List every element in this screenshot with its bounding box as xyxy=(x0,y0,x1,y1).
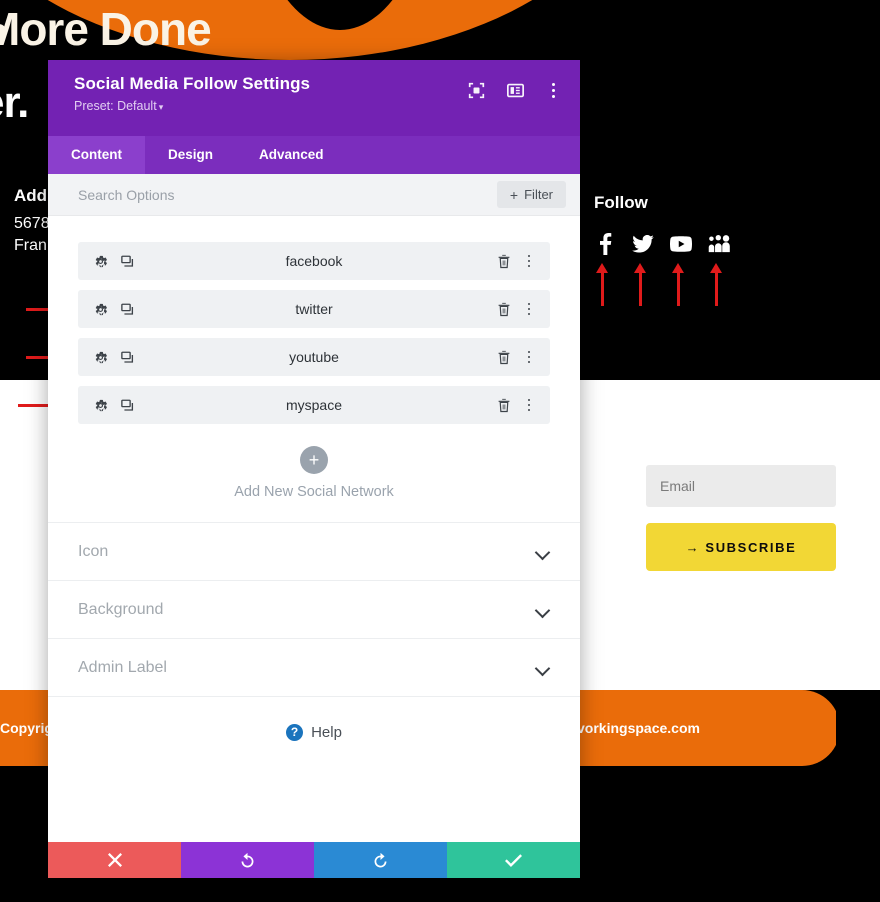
trash-icon[interactable] xyxy=(496,397,512,413)
undo-icon xyxy=(239,852,256,869)
social-network-list: facebook twitter youtube myspace xyxy=(48,216,580,424)
row-left-icons xyxy=(92,301,135,317)
add-network-label: Add New Social Network xyxy=(234,484,394,500)
duplicate-icon[interactable] xyxy=(119,253,135,269)
annotation-arrow-icon-2 xyxy=(634,263,646,306)
help-link[interactable]: ? Help xyxy=(286,723,342,741)
question-mark-icon: ? xyxy=(286,723,304,741)
row-right-icons xyxy=(496,349,536,365)
redo-button[interactable] xyxy=(314,842,447,878)
follow-block: Follow xyxy=(594,193,730,255)
undo-button[interactable] xyxy=(181,842,314,878)
footer-right-black-block xyxy=(836,690,880,766)
row-right-icons xyxy=(496,301,536,317)
chevron-down-icon xyxy=(536,663,550,672)
chevron-down-icon xyxy=(536,605,550,614)
network-name: myspace xyxy=(285,397,343,413)
facebook-icon[interactable] xyxy=(594,233,616,255)
row-left-icons xyxy=(92,253,135,269)
preset-label: Preset: Default xyxy=(74,99,157,113)
table-row[interactable]: youtube xyxy=(78,338,550,376)
close-icon xyxy=(107,853,122,867)
annotation-arrow-icon-4 xyxy=(710,263,722,306)
redo-icon xyxy=(372,852,389,869)
gear-icon[interactable] xyxy=(92,253,108,269)
duplicate-icon[interactable] xyxy=(119,349,135,365)
add-new-social-network-button[interactable]: + Add New Social Network xyxy=(48,434,580,522)
subscribe-button[interactable]: → SUBSCRIBE xyxy=(646,523,836,571)
page-white-left-area xyxy=(0,380,50,690)
row-left-icons xyxy=(92,349,135,365)
focus-icon[interactable] xyxy=(466,80,486,100)
layout-panel-icon[interactable] xyxy=(505,80,525,100)
trash-icon[interactable] xyxy=(496,349,512,365)
modal-tab-bar: Content Design Advanced xyxy=(48,136,580,174)
kebab-menu-icon[interactable] xyxy=(544,80,562,100)
network-name: facebook xyxy=(285,253,343,269)
row-right-icons xyxy=(496,397,536,413)
hero-heading: More Done xyxy=(0,3,212,55)
hero-subheading: er. xyxy=(0,78,29,127)
preset-selector[interactable]: Preset: Default ▾ xyxy=(74,99,558,113)
myspace-icon[interactable] xyxy=(708,233,730,255)
youtube-icon[interactable] xyxy=(670,233,692,255)
gear-icon[interactable] xyxy=(92,301,108,317)
accordion-label: Admin Label xyxy=(78,658,167,676)
save-button[interactable] xyxy=(447,842,580,878)
modal-header-icon-group xyxy=(466,80,562,100)
accordion-label: Background xyxy=(78,600,164,618)
row-kebab-menu-icon[interactable] xyxy=(522,301,536,317)
follow-title: Follow xyxy=(594,193,648,212)
search-bar: + Filter xyxy=(48,174,580,216)
search-input[interactable] xyxy=(78,186,378,203)
cancel-button[interactable] xyxy=(48,842,181,878)
filter-button-label: Filter xyxy=(524,187,553,202)
footer-website-text: vorkingspace.com xyxy=(577,720,700,736)
row-right-icons xyxy=(496,253,536,269)
modal-body: facebook twitter youtube myspace + Add N… xyxy=(48,216,580,842)
page-root: More Done er. Addr 5678 Fran Follow → SU… xyxy=(0,0,880,902)
chevron-down-icon xyxy=(536,547,550,556)
footer-copyright-text: Copyrig xyxy=(0,720,53,736)
accordion-admin-label-section[interactable]: Admin Label xyxy=(48,638,580,696)
network-name: youtube xyxy=(289,349,339,365)
table-row[interactable]: twitter xyxy=(78,290,550,328)
row-left-icons xyxy=(92,397,135,413)
plus-circle-icon: + xyxy=(300,446,328,474)
duplicate-icon[interactable] xyxy=(119,301,135,317)
row-kebab-menu-icon[interactable] xyxy=(522,349,536,365)
modal-header: Social Media Follow Settings Preset: Def… xyxy=(48,60,580,136)
help-label: Help xyxy=(311,723,342,741)
follow-icon-list xyxy=(594,233,730,255)
plus-icon: + xyxy=(509,186,519,203)
modal-action-bar xyxy=(48,842,580,878)
gear-icon[interactable] xyxy=(92,397,108,413)
check-icon xyxy=(505,853,522,867)
tab-content[interactable]: Content xyxy=(48,136,145,174)
network-name: twitter xyxy=(295,301,333,317)
email-input[interactable] xyxy=(646,465,836,507)
accordion-label: Icon xyxy=(78,542,109,560)
help-area: ? Help xyxy=(48,696,580,741)
row-kebab-menu-icon[interactable] xyxy=(522,253,536,269)
trash-icon[interactable] xyxy=(496,253,512,269)
duplicate-icon[interactable] xyxy=(119,397,135,413)
hero-heading-text: More Done xyxy=(0,3,212,55)
settings-modal: Social Media Follow Settings Preset: Def… xyxy=(48,60,580,878)
annotation-arrow-icon-1 xyxy=(596,263,608,306)
tab-advanced[interactable]: Advanced xyxy=(236,136,347,174)
accordion-icon-section[interactable]: Icon xyxy=(48,522,580,580)
gear-icon[interactable] xyxy=(92,349,108,365)
accordion-background-section[interactable]: Background xyxy=(48,580,580,638)
table-row[interactable]: myspace xyxy=(78,386,550,424)
trash-icon[interactable] xyxy=(496,301,512,317)
preset-caret-icon: ▾ xyxy=(158,102,164,112)
filter-button[interactable]: + Filter xyxy=(496,181,566,208)
twitter-icon[interactable] xyxy=(632,233,654,255)
table-row[interactable]: facebook xyxy=(78,242,550,280)
row-kebab-menu-icon[interactable] xyxy=(522,397,536,413)
annotation-arrow-icon-3 xyxy=(672,263,684,306)
tab-design[interactable]: Design xyxy=(145,136,236,174)
